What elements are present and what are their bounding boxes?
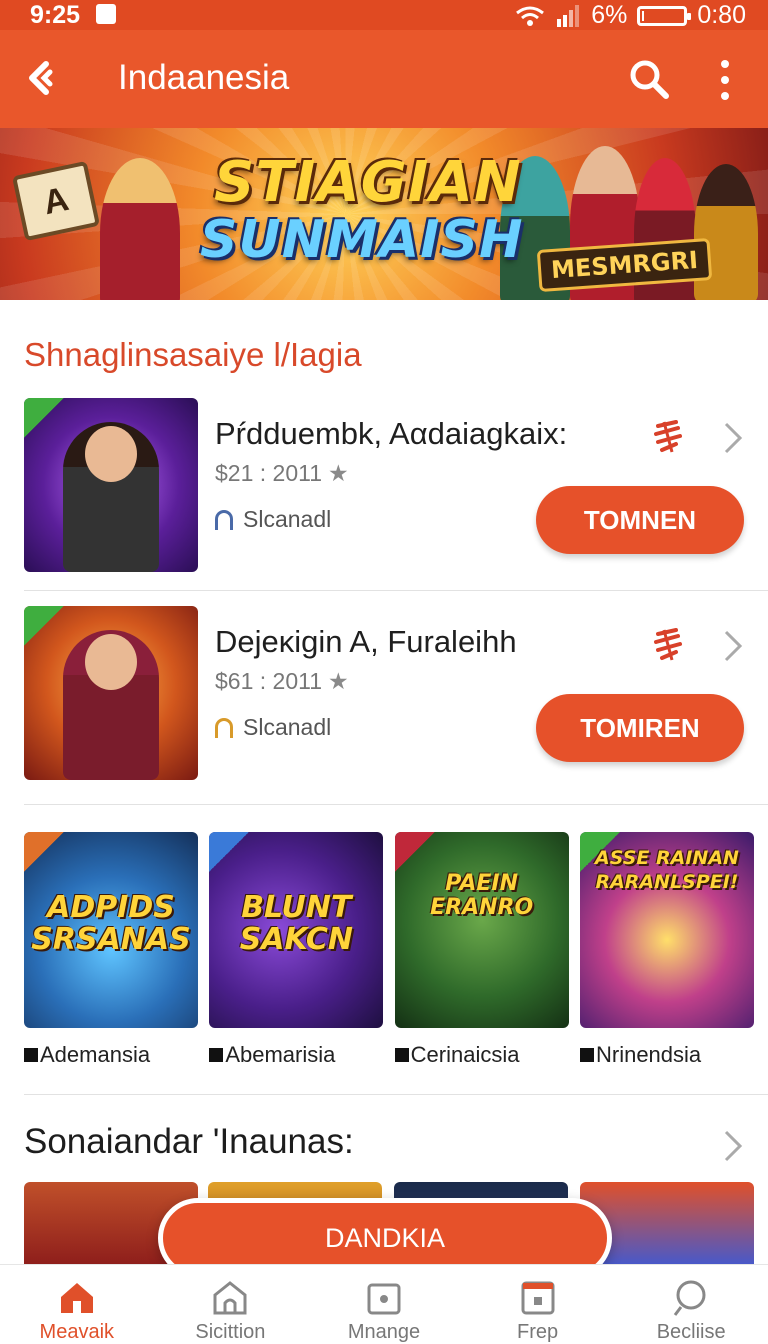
square-icon bbox=[209, 1048, 224, 1062]
developer-icon bbox=[215, 717, 233, 738]
search-icon[interactable] bbox=[628, 58, 670, 100]
app-developer: Slcanadl bbox=[215, 714, 331, 741]
star-icon: ★ bbox=[328, 668, 349, 694]
corner-badge bbox=[24, 606, 64, 646]
nav-item-home[interactable]: Meavaik bbox=[0, 1265, 154, 1344]
divider bbox=[24, 804, 768, 805]
status-bar: 9:25 6% 0:80 bbox=[0, 0, 768, 30]
home-icon bbox=[60, 1283, 93, 1313]
nav-item-calendar[interactable]: Frep bbox=[461, 1265, 615, 1344]
section-title-upcoming[interactable]: Sonaiandar 'Inaunas: bbox=[24, 1122, 354, 1162]
featured-banner[interactable]: A STIAGIAN SUNMAISH MESMRGRI bbox=[0, 128, 768, 300]
game-card-label: Abemarisia bbox=[225, 1042, 336, 1067]
app-thumbnail[interactable] bbox=[24, 606, 198, 780]
app-thumbnail[interactable] bbox=[24, 398, 198, 572]
status-time: 9:25 bbox=[30, 1, 81, 29]
game-card-label-row: Ademansia bbox=[24, 1042, 198, 1068]
wifi-icon bbox=[516, 6, 545, 26]
back-arrow-icon[interactable] bbox=[20, 56, 64, 100]
app-price: $61 : 2011 bbox=[215, 668, 323, 694]
install-button[interactable]: TOMIREN bbox=[536, 694, 744, 762]
corner-badge bbox=[394, 832, 435, 872]
game-card-label: Cerinaicsia bbox=[410, 1042, 520, 1067]
game-card-label: Nrinendsia bbox=[595, 1042, 702, 1067]
nav-item-search[interactable]: Becliise bbox=[614, 1265, 768, 1344]
status-clock: 0:80 bbox=[697, 1, 746, 29]
list-item[interactable]: Pŕdduembk, Aαdaiagkaix: $21 : 2011 ★ Slca… bbox=[0, 398, 768, 598]
nav-item-store[interactable]: Sicittion bbox=[154, 1265, 308, 1344]
corner-badge bbox=[24, 398, 64, 438]
app-meta: $21 : 2011 ★ bbox=[215, 460, 349, 487]
game-card-label: Ademansia bbox=[40, 1042, 151, 1067]
game-card-logo: PAEIN ERANRO bbox=[430, 871, 534, 920]
game-card[interactable]: ASSE RAINAN RARANLSPEI! Nrinendsia bbox=[579, 832, 754, 1068]
nav-label: Frep bbox=[517, 1321, 559, 1343]
chevron-right-icon[interactable] bbox=[722, 420, 744, 456]
status-right: 6% 0:80 bbox=[515, 1, 746, 30]
game-card-thumbnail[interactable]: BLUNT SAKCN bbox=[209, 832, 384, 1028]
battery-fill bbox=[642, 10, 645, 21]
game-card-thumbnail[interactable]: ASSE RAINAN RARANLSPEI! bbox=[579, 832, 754, 1028]
developer-icon bbox=[215, 509, 233, 530]
chevron-right-icon[interactable] bbox=[722, 628, 744, 664]
chevron-right-icon[interactable] bbox=[722, 1128, 744, 1164]
battery-icon bbox=[637, 5, 692, 26]
game-card-thumbnail[interactable]: ADPIDS SRSANAS bbox=[24, 832, 198, 1028]
store-icon bbox=[213, 1281, 247, 1315]
game-card-label-row: Nrinendsia bbox=[579, 1042, 754, 1068]
nav-item-manage[interactable]: Mnange bbox=[307, 1265, 461, 1344]
game-card[interactable]: BLUNT SAKCN Abemarisia bbox=[209, 832, 384, 1068]
developer-name: Slcanadl bbox=[243, 506, 332, 532]
corner-badge bbox=[24, 832, 64, 872]
favorite-icon[interactable] bbox=[652, 418, 684, 456]
banner-title-line2: SUNMAISH bbox=[200, 210, 524, 270]
star-icon: ★ bbox=[328, 460, 349, 486]
content-panel: Shnaglinsasaiye l/Iagia Pŕdduembk, Aαdai… bbox=[0, 300, 768, 1344]
game-card-logo: ASSE RAINAN RARANLSPEI! bbox=[595, 847, 739, 893]
favorite-icon[interactable] bbox=[652, 626, 684, 664]
app-header: Indaanesia bbox=[0, 30, 768, 128]
divider bbox=[24, 1094, 768, 1095]
game-grid: ADPIDS SRSANAS Ademansia BLUNT SAKCN Abe… bbox=[24, 832, 754, 1068]
game-card-logo: ADPIDS SRSANAS bbox=[31, 890, 191, 957]
app-name[interactable]: Dejeĸigin A, Furaleihh bbox=[215, 624, 517, 660]
game-card[interactable]: ADPIDS SRSANAS Ademansia bbox=[24, 832, 198, 1068]
app-price: $21 : 2011 bbox=[215, 460, 323, 486]
game-card-label-row: Cerinaicsia bbox=[394, 1042, 569, 1068]
nav-label: Mnange bbox=[347, 1321, 421, 1343]
nav-label: Becliise bbox=[656, 1321, 726, 1343]
section-title-featured: Shnaglinsasaiye l/Iagia bbox=[24, 336, 362, 373]
game-card-thumbnail[interactable]: PAEIN ERANRO bbox=[394, 832, 569, 1028]
bottom-nav: Meavaik Sicittion Mnange Frep Becliise bbox=[0, 1264, 768, 1344]
game-card-label-row: Abemarisia bbox=[209, 1042, 383, 1068]
app-developer: Slcanadl bbox=[215, 506, 331, 533]
square-icon bbox=[24, 1048, 38, 1062]
game-card-logo: BLUNT SAKCN bbox=[239, 890, 353, 957]
page-title: Indaanesia bbox=[118, 58, 290, 97]
manage-icon bbox=[367, 1283, 401, 1315]
calendar-icon bbox=[521, 1281, 555, 1315]
character-face bbox=[85, 426, 137, 482]
nav-label: Meavaik bbox=[39, 1321, 115, 1343]
search-icon bbox=[673, 1280, 706, 1316]
square-icon bbox=[579, 1048, 594, 1062]
square-icon bbox=[394, 1048, 409, 1062]
game-card[interactable]: PAEIN ERANRO Cerinaicsia bbox=[394, 832, 569, 1068]
signal-icon bbox=[557, 4, 580, 27]
battery-percent: 6% bbox=[591, 1, 628, 29]
banner-title-line1: STIAGIAN bbox=[214, 150, 522, 215]
divider bbox=[24, 590, 768, 591]
corner-badge bbox=[209, 832, 250, 872]
nav-label: Sicittion bbox=[195, 1321, 266, 1343]
banner-hero-left bbox=[100, 158, 180, 300]
notification-icon bbox=[96, 4, 116, 24]
character-face bbox=[85, 634, 137, 690]
more-vert-icon[interactable] bbox=[712, 60, 738, 100]
app-meta: $61 : 2011 ★ bbox=[215, 668, 349, 695]
list-item[interactable]: Dejeĸigin A, Furaleihh $61 : 2011 ★ Slcan… bbox=[0, 606, 768, 806]
app-name[interactable]: Pŕdduembk, Aαdaiagkaix: bbox=[215, 416, 567, 452]
developer-name: Slcanadl bbox=[243, 714, 332, 740]
install-button[interactable]: TOMNEN bbox=[536, 486, 744, 554]
